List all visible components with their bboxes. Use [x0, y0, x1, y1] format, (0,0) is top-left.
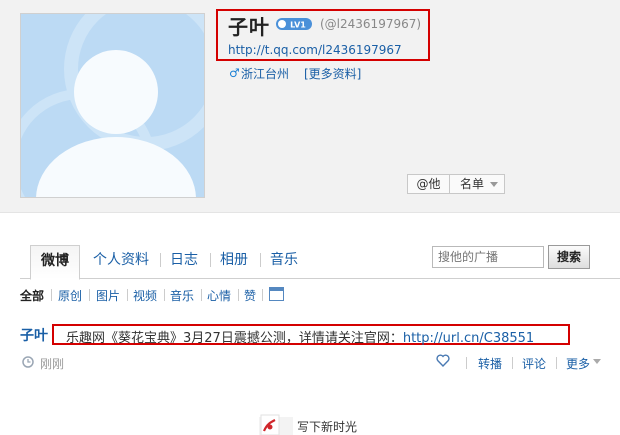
filter-images[interactable]: 图片 [96, 287, 120, 304]
tab-album[interactable]: 相册 [216, 245, 252, 279]
tab-weibo[interactable]: 微博 [30, 245, 80, 280]
write-new-icon[interactable] [259, 414, 293, 435]
filter-divider [201, 289, 202, 301]
avatar[interactable] [20, 13, 205, 198]
clock-icon [22, 356, 34, 368]
filter-divider [238, 289, 239, 301]
tab-profile[interactable]: 个人资料 [90, 245, 152, 279]
list-button-label: 名单 [460, 177, 485, 191]
calendar-icon[interactable] [269, 287, 284, 301]
filter-mood[interactable]: 心情 [207, 287, 231, 304]
filter-videos[interactable]: 视频 [133, 287, 157, 304]
level-badge-label: LV1 [290, 21, 306, 30]
filter-divider [164, 289, 165, 301]
filter-original[interactable]: 原创 [58, 287, 82, 304]
more-button[interactable]: 更多 [566, 355, 590, 372]
profile-name: 子叶 [228, 15, 270, 39]
location-link[interactable]: 浙江台州 [241, 65, 289, 82]
action-divider [512, 357, 513, 369]
filter-divider [89, 289, 90, 301]
post-timestamp[interactable]: 刚刚 [40, 355, 64, 372]
action-divider [466, 357, 467, 369]
male-icon: ♂ [229, 66, 240, 80]
write-new-link[interactable]: 写下新时光 [297, 418, 357, 435]
tab-blog[interactable]: 日志 [166, 245, 202, 279]
list-dropdown-button[interactable]: 名单 [450, 174, 505, 194]
post-author-link[interactable]: 子叶 [20, 325, 48, 345]
chevron-down-icon [490, 182, 498, 187]
filter-music[interactable]: 音乐 [170, 287, 194, 304]
default-avatar-icon [21, 14, 204, 197]
filter-divider [262, 289, 263, 301]
level-badge-icon: LV1 [276, 18, 312, 30]
tab-divider [210, 253, 211, 267]
post-url-link[interactable]: http://url.cn/C38551 [403, 331, 534, 346]
profile-url-link[interactable]: http://t.qq.com/l2436197967 [228, 43, 402, 57]
filter-divider [51, 289, 52, 301]
comment-button[interactable]: 评论 [522, 355, 546, 372]
search-button[interactable]: 搜索 [548, 245, 590, 269]
tab-divider [160, 253, 161, 267]
action-divider [556, 357, 557, 369]
heart-icon[interactable] [436, 354, 450, 367]
chevron-down-icon [593, 359, 601, 364]
filter-divider [127, 289, 128, 301]
tab-divider [260, 253, 261, 267]
profile-handle: (@l2436197967) [320, 17, 422, 31]
repost-button[interactable]: 转播 [478, 355, 502, 372]
at-him-button[interactable]: @他 [407, 174, 450, 194]
search-input[interactable] [432, 246, 544, 268]
filter-all[interactable]: 全部 [20, 287, 44, 304]
filter-likes[interactable]: 赞 [244, 287, 256, 304]
post-content: 乐趣网《葵花宝典》3月27日震撼公测，详情请关注官网：http://url.cn… [66, 327, 534, 346]
more-info-link[interactable]: [更多资料] [304, 65, 361, 82]
post-text: 乐趣网《葵花宝典》3月27日震撼公测，详情请关注官网： [66, 331, 403, 346]
tab-music[interactable]: 音乐 [266, 245, 302, 279]
